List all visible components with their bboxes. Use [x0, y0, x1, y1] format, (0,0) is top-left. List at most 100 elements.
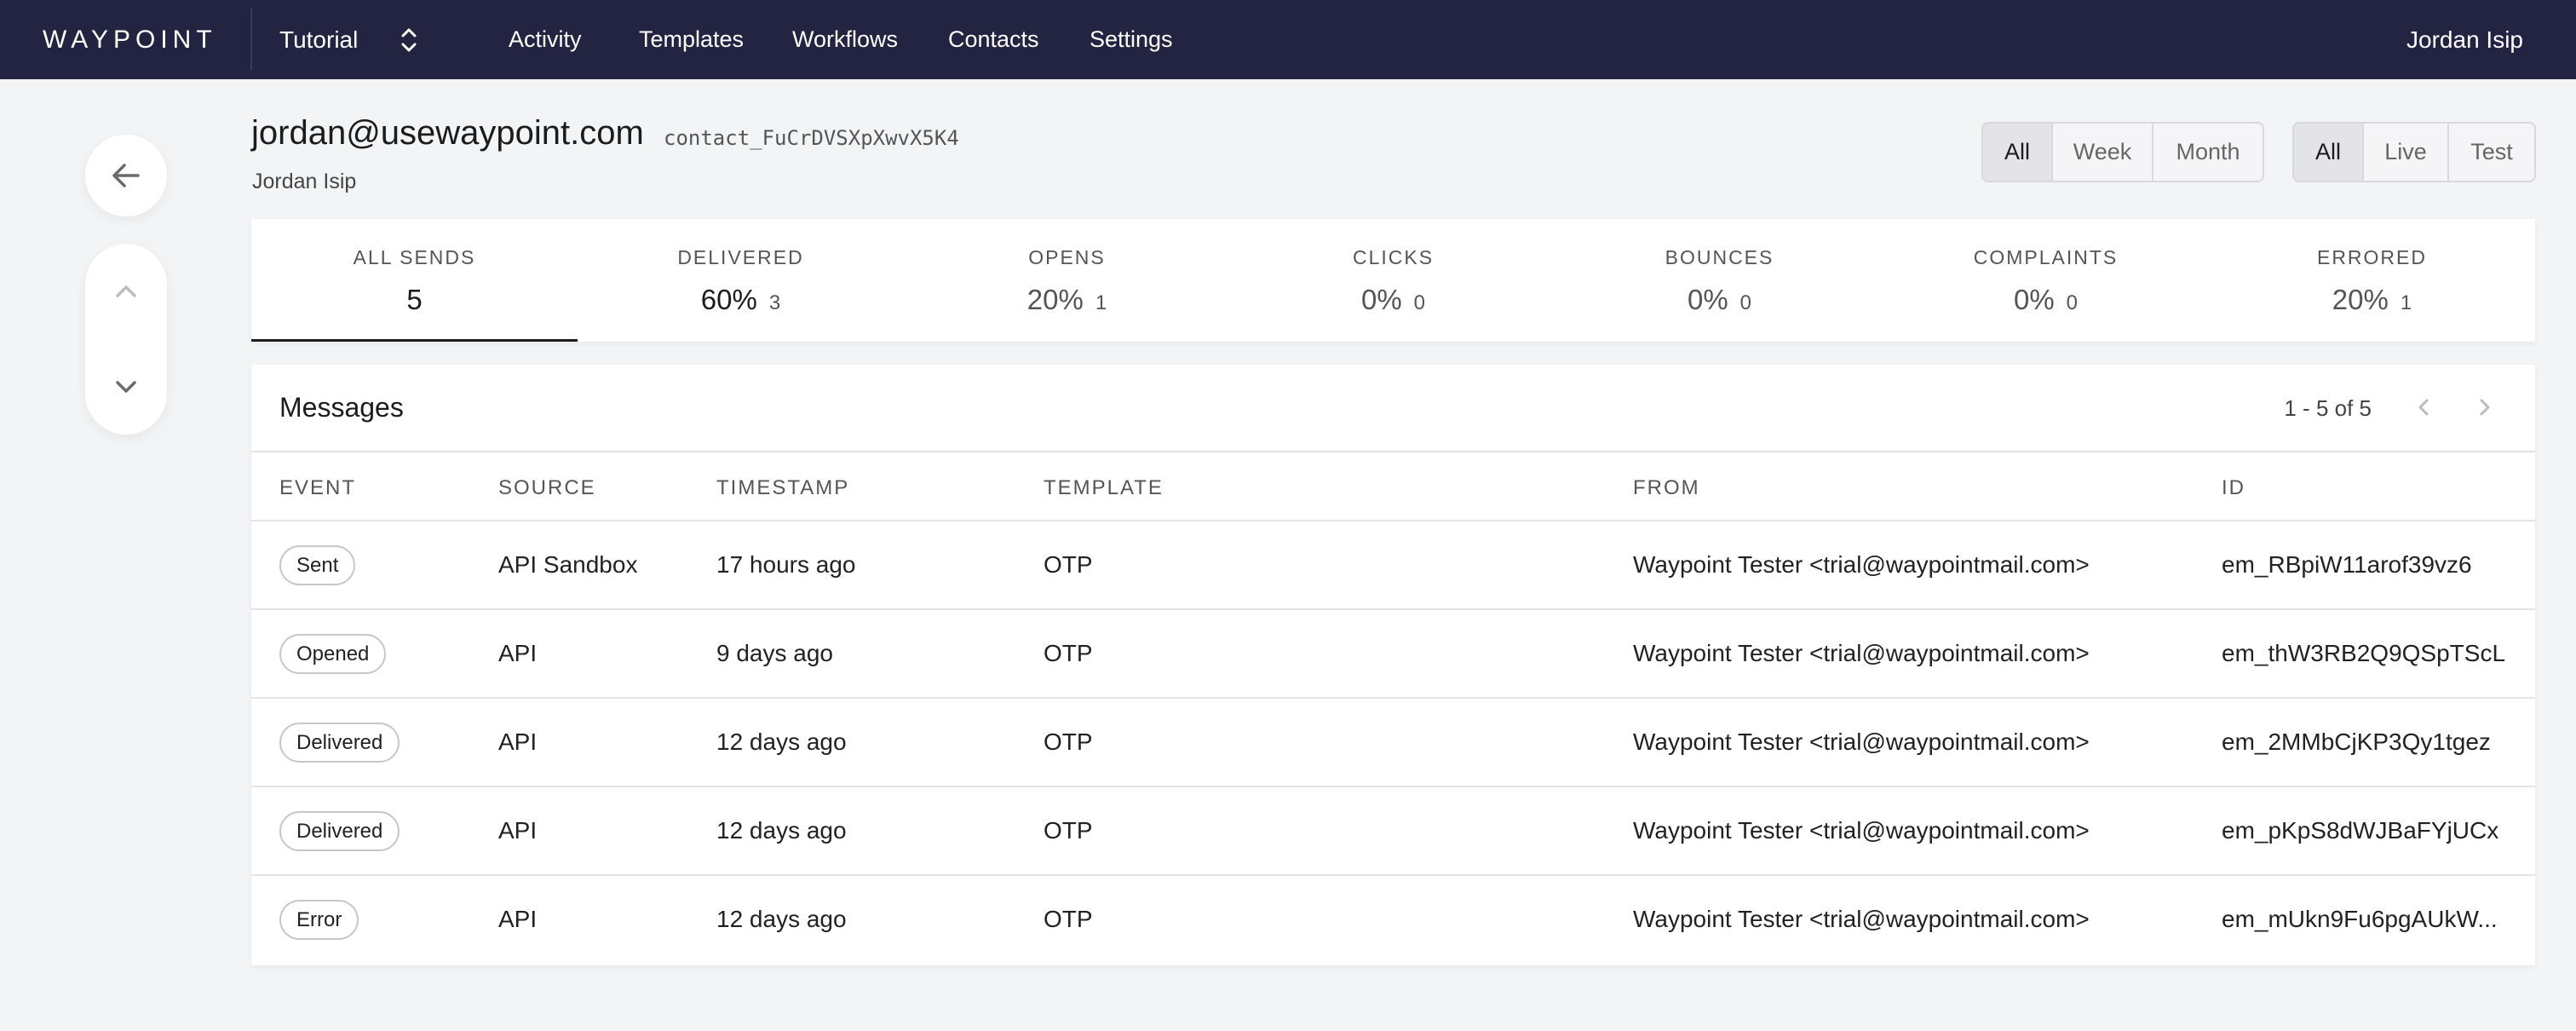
- cell-id: em_2MMbCjKP3Qy1tgez: [2222, 729, 2491, 755]
- cell-timestamp: 12 days ago: [716, 729, 847, 755]
- column-header-event: EVENT: [279, 476, 357, 499]
- cell-from: Waypoint Tester <trial@waypointmail.com>: [1633, 551, 2090, 578]
- stat-value: 0% 0: [1230, 284, 1556, 316]
- nav-link-activity[interactable]: Activity: [509, 0, 582, 79]
- stat-count: 0: [2066, 291, 2079, 314]
- workspace-selector[interactable]: Tutorial: [279, 0, 417, 79]
- cell-from: Waypoint Tester <trial@waypointmail.com>: [1633, 817, 2090, 844]
- arrow-left-icon: [112, 164, 140, 187]
- table-row[interactable]: Opened API 9 days ago OTP Waypoint Teste…: [251, 610, 2535, 699]
- contact-id: contact_FuCrDVSXpXwvX5K4: [664, 126, 959, 150]
- table-row[interactable]: Sent API Sandbox 17 hours ago OTP Waypoi…: [251, 521, 2535, 610]
- stat-count: 3: [768, 291, 781, 314]
- stat-count: 0: [1413, 291, 1426, 314]
- stat-count: 1: [1095, 291, 1107, 314]
- cell-source: API: [498, 729, 538, 755]
- nav-link-templates[interactable]: Templates: [639, 0, 744, 79]
- stat-value: 0% 0: [1556, 284, 1883, 316]
- stat-value: 60% 3: [578, 284, 904, 316]
- column-header-template: TEMPLATE: [1044, 476, 1164, 499]
- event-badge: Error: [279, 900, 359, 940]
- stat-tab-delivered[interactable]: DELIVERED 60% 3: [578, 219, 904, 342]
- env-filter-test[interactable]: Test: [2447, 124, 2534, 181]
- cell-template: OTP: [1044, 729, 1093, 755]
- stat-tab-clicks[interactable]: CLICKS 0% 0: [1230, 219, 1556, 342]
- cell-template: OTP: [1044, 817, 1093, 844]
- stat-label: OPENS: [1028, 246, 1106, 268]
- stat-value: 20% 1: [2209, 284, 2535, 316]
- cell-template: OTP: [1044, 640, 1093, 666]
- stat-percent: 60%: [700, 284, 757, 315]
- column-header-from: FROM: [1633, 476, 1700, 499]
- table-row[interactable]: Delivered API 12 days ago OTP Waypoint T…: [251, 787, 2535, 876]
- back-button[interactable]: [85, 135, 167, 216]
- stat-label: ERRORED: [2316, 246, 2427, 268]
- cell-source: API: [498, 906, 538, 932]
- messages-title: Messages: [279, 392, 404, 423]
- time-filter-all[interactable]: All: [1983, 124, 2051, 181]
- stat-tab-all-sends[interactable]: ALL SENDS 5: [251, 219, 578, 342]
- chevron-up-icon[interactable]: [111, 276, 141, 307]
- time-range-filter: All Week Month: [1981, 122, 2264, 182]
- stat-tab-bounces[interactable]: BOUNCES 0% 0: [1556, 219, 1883, 342]
- messages-header: Messages 1 - 5 of 5: [251, 365, 2535, 452]
- event-badge: Sent: [279, 545, 356, 585]
- cell-from: Waypoint Tester <trial@waypointmail.com>: [1633, 640, 2090, 666]
- table-header: EVENT SOURCE TIMESTAMP TEMPLATE FROM ID: [251, 452, 2535, 521]
- brand-logo[interactable]: WAYPOINT: [43, 0, 217, 79]
- stat-tab-opens[interactable]: OPENS 20% 1: [904, 219, 1230, 342]
- cell-timestamp: 17 hours ago: [716, 551, 856, 578]
- stat-tab-complaints[interactable]: COMPLAINTS 0% 0: [1883, 219, 2209, 342]
- cell-timestamp: 12 days ago: [716, 906, 847, 932]
- workspace-name: Tutorial: [279, 26, 359, 53]
- env-filter-live[interactable]: Live: [2362, 124, 2447, 181]
- stat-tab-errored[interactable]: ERRORED 20% 1: [2209, 219, 2535, 342]
- time-filter-week[interactable]: Week: [2051, 124, 2152, 181]
- contact-email-title: jordan@usewaypoint.com: [251, 114, 644, 152]
- stat-label: ALL SENDS: [353, 246, 476, 268]
- pagination-range: 1 - 5 of 5: [2284, 395, 2372, 421]
- table-row[interactable]: Delivered API 12 days ago OTP Waypoint T…: [251, 699, 2535, 787]
- column-header-id: ID: [2222, 476, 2245, 499]
- chevron-up-down-icon: [401, 28, 417, 52]
- time-filter-month[interactable]: Month: [2152, 124, 2263, 181]
- stat-value: 0% 0: [1883, 284, 2209, 316]
- nav-link-contacts[interactable]: Contacts: [948, 0, 1039, 79]
- stat-label: CLICKS: [1352, 246, 1435, 268]
- cell-id: em_pKpS8dWJBaFYjUCx: [2222, 817, 2499, 844]
- message-list: Sent API Sandbox 17 hours ago OTP Waypoi…: [251, 521, 2535, 965]
- cell-id: em_RBpiW11arof39vz6: [2222, 551, 2472, 578]
- column-header-source: SOURCE: [498, 476, 596, 499]
- stat-count: 1: [2400, 291, 2412, 314]
- chevron-left-icon[interactable]: [2411, 395, 2436, 420]
- environment-filter: All Live Test: [2292, 122, 2536, 182]
- messages-card: Messages 1 - 5 of 5 EVENT SOURCE TIMESTA…: [251, 365, 2535, 965]
- chevron-down-icon[interactable]: [111, 372, 141, 402]
- user-menu[interactable]: Jordan Isip: [2406, 0, 2523, 79]
- cell-template: OTP: [1044, 906, 1093, 932]
- cell-from: Waypoint Tester <trial@waypointmail.com>: [1633, 729, 2090, 755]
- nav-link-settings[interactable]: Settings: [1090, 0, 1173, 79]
- event-badge: Opened: [279, 634, 387, 674]
- stat-percent: 20%: [2332, 284, 2389, 315]
- stat-count: 0: [1739, 291, 1752, 314]
- stat-percent: 5: [406, 284, 423, 315]
- env-filter-all[interactable]: All: [2294, 124, 2362, 181]
- stat-percent: 0%: [1360, 284, 1402, 315]
- top-nav: WAYPOINT Tutorial Activity Templates Wor…: [0, 0, 2576, 79]
- chevron-right-icon[interactable]: [2472, 395, 2498, 420]
- cell-source: API: [498, 817, 538, 844]
- cell-source: API Sandbox: [498, 551, 638, 578]
- stat-percent: 20%: [1026, 284, 1084, 315]
- stat-label: DELIVERED: [677, 246, 804, 268]
- stat-percent: 0%: [1687, 284, 1728, 315]
- cell-timestamp: 9 days ago: [716, 640, 833, 666]
- event-badge: Delivered: [279, 811, 400, 851]
- record-navigator: [85, 244, 167, 435]
- stat-label: BOUNCES: [1665, 246, 1774, 268]
- stat-label: COMPLAINTS: [1973, 246, 2119, 268]
- stat-percent: 0%: [2013, 284, 2055, 315]
- table-row[interactable]: Error API 12 days ago OTP Waypoint Teste…: [251, 876, 2535, 965]
- nav-link-workflows[interactable]: Workflows: [792, 0, 898, 79]
- cell-id: em_mUkn9Fu6pgAUkW...: [2222, 906, 2498, 932]
